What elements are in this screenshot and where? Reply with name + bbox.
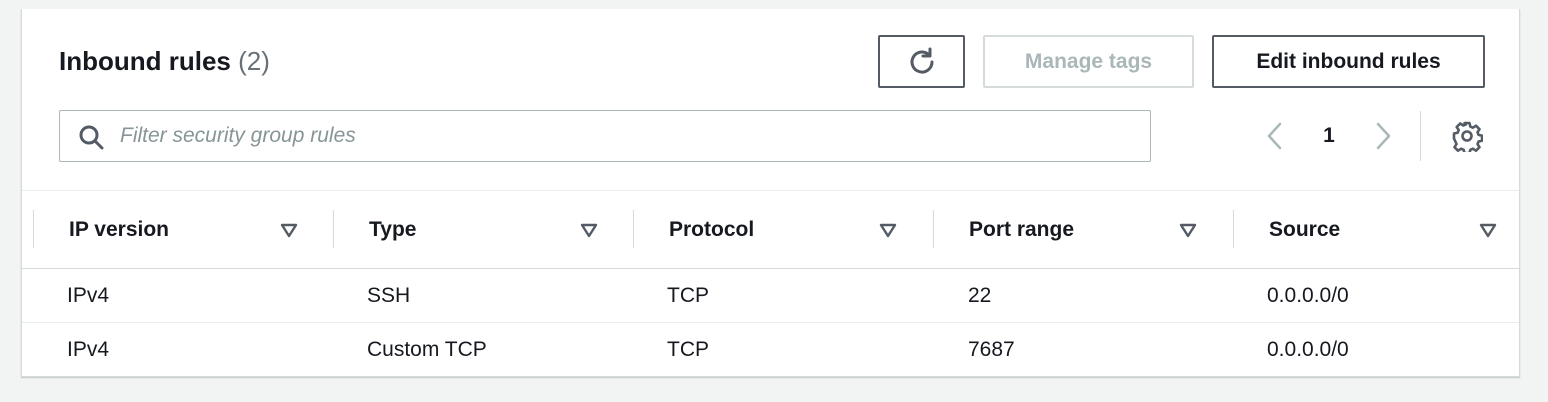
cell-protocol: TCP bbox=[667, 284, 709, 307]
column-label: IP version bbox=[69, 218, 169, 241]
table-header: IP version Type Protocol Port range Sour… bbox=[22, 191, 1519, 269]
column-label: Type bbox=[369, 218, 417, 241]
cell-source: 0.0.0.0/0 bbox=[1267, 284, 1349, 307]
column-separator bbox=[33, 210, 34, 248]
refresh-button[interactable] bbox=[878, 35, 965, 88]
column-separator bbox=[933, 210, 934, 248]
sort-down-icon[interactable] bbox=[579, 220, 599, 240]
column-label: Port range bbox=[969, 218, 1075, 241]
column-label: Source bbox=[1269, 218, 1341, 241]
page-title: Inbound rules (2) bbox=[59, 45, 270, 77]
table-row[interactable]: IPv4 SSH TCP 22 0.0.0.0/0 bbox=[22, 269, 1519, 323]
cell-type: Custom TCP bbox=[367, 338, 487, 361]
search-field[interactable] bbox=[59, 110, 1151, 162]
sort-down-icon[interactable] bbox=[1178, 220, 1198, 240]
cell-port-range: 22 bbox=[968, 284, 992, 307]
table-row[interactable]: IPv4 Custom TCP TCP 7687 0.0.0.0/0 bbox=[22, 323, 1519, 377]
column-separator bbox=[333, 210, 334, 248]
column-separator bbox=[1233, 210, 1234, 248]
sort-down-icon[interactable] bbox=[1478, 220, 1498, 240]
search-icon bbox=[79, 125, 104, 150]
title-text: Inbound rules bbox=[59, 46, 231, 76]
column-header-source[interactable]: Source bbox=[1233, 191, 1520, 268]
cell-port-range: 7687 bbox=[968, 338, 1015, 361]
column-separator bbox=[633, 210, 634, 248]
column-header-ip-version[interactable]: IP version bbox=[33, 191, 333, 268]
chevron-right-icon[interactable] bbox=[1370, 121, 1396, 151]
cell-protocol: TCP bbox=[667, 338, 709, 361]
column-header-protocol[interactable]: Protocol bbox=[633, 191, 933, 268]
rule-count: (2) bbox=[238, 46, 270, 76]
cell-ip-version: IPv4 bbox=[67, 338, 110, 361]
column-header-type[interactable]: Type bbox=[333, 191, 633, 268]
column-label: Protocol bbox=[669, 218, 755, 241]
inbound-rules-panel: Inbound rules (2) Manage tags Edit inbou… bbox=[21, 9, 1520, 377]
pager-divider bbox=[1420, 111, 1421, 161]
sort-down-icon[interactable] bbox=[878, 220, 898, 240]
column-header-port-range[interactable]: Port range bbox=[933, 191, 1233, 268]
chevron-left-icon[interactable] bbox=[1262, 121, 1288, 151]
page-number[interactable]: 1 bbox=[1317, 123, 1341, 149]
edit-inbound-rules-button[interactable]: Edit inbound rules bbox=[1212, 35, 1485, 88]
gear-icon[interactable] bbox=[1451, 120, 1483, 152]
search-input[interactable] bbox=[120, 111, 1130, 161]
sort-down-icon[interactable] bbox=[279, 220, 299, 240]
cell-type: SSH bbox=[367, 284, 411, 307]
cell-source: 0.0.0.0/0 bbox=[1267, 338, 1349, 361]
cell-ip-version: IPv4 bbox=[67, 284, 110, 307]
manage-tags-button[interactable]: Manage tags bbox=[983, 35, 1194, 88]
refresh-icon bbox=[910, 47, 934, 74]
